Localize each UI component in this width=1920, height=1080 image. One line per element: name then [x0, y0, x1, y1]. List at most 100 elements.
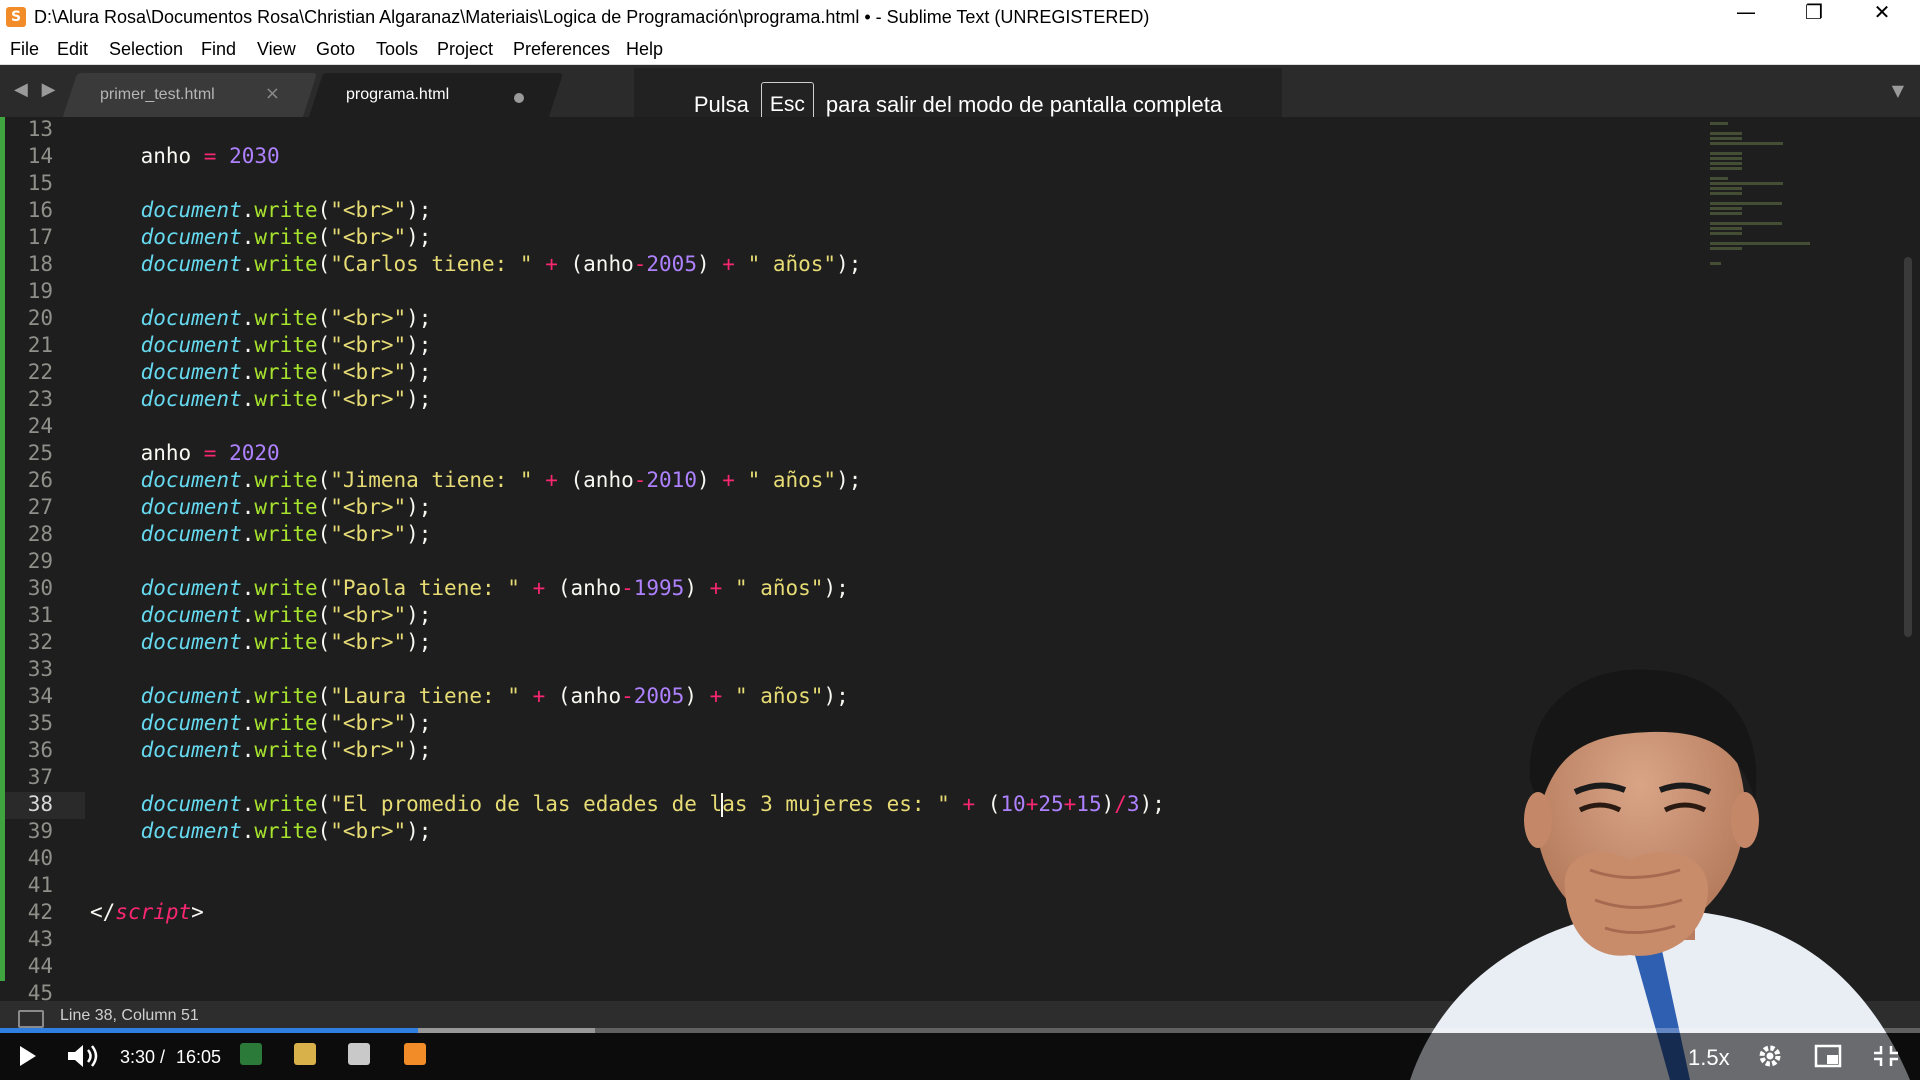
code-token: " años": [747, 252, 837, 276]
line-number: 14: [27, 144, 53, 168]
volume-icon[interactable]: [66, 1042, 102, 1070]
code-line[interactable]: anho = 2030: [90, 144, 1690, 171]
line-number: 31: [27, 603, 53, 627]
tab-nav-arrows-icon[interactable]: ◀ ▶: [14, 79, 59, 100]
menu-view[interactable]: View: [257, 39, 296, 60]
tab-primer-test[interactable]: primer_test.html ×: [62, 73, 318, 117]
code-line[interactable]: anho = 2020: [90, 441, 1690, 468]
line-number: 35: [27, 711, 53, 735]
menu-preferences[interactable]: Preferences: [513, 39, 610, 60]
play-icon[interactable]: [14, 1043, 40, 1069]
code-line[interactable]: document.write("<br>");: [90, 495, 1690, 522]
code-token: );: [406, 198, 432, 222]
code-line[interactable]: document.write("Jimena tiene: " + (anho-…: [90, 468, 1690, 495]
menu-edit[interactable]: Edit: [57, 39, 88, 60]
restore-button[interactable]: ❐: [1780, 0, 1848, 34]
code-line[interactable]: document.write("<br>");: [90, 333, 1690, 360]
code-token: .: [241, 738, 255, 762]
code-token: =: [203, 144, 217, 168]
line-number-gutter: 13 14 15 16 17 18 19 20 21 22 23 24 25 26 27 28 29 30 31 32…: [5, 117, 85, 1008]
tab-programa[interactable]: programa.html: [308, 73, 564, 117]
vertical-scrollbar[interactable]: [1904, 257, 1912, 637]
notepad-icon[interactable]: [348, 1043, 370, 1065]
close-button[interactable]: ✕: [1848, 0, 1916, 34]
code-line[interactable]: [90, 171, 1690, 198]
sublime-taskbar-icon[interactable]: [404, 1043, 426, 1065]
playback-speed[interactable]: 1.5x: [1688, 1045, 1730, 1071]
code-token: .: [241, 252, 255, 276]
code-token: -: [633, 252, 647, 276]
code-line[interactable]: document.write("<br>");: [90, 603, 1690, 630]
code-line[interactable]: document.write("Paola tiene: " + (anho-1…: [90, 576, 1690, 603]
line-number: 20: [27, 306, 53, 330]
code-token: document: [140, 252, 242, 276]
code-token: write: [254, 576, 318, 600]
code-line[interactable]: document.write("<br>");: [90, 387, 1690, 414]
menu-selection[interactable]: Selection: [109, 39, 183, 60]
code-line[interactable]: [90, 414, 1690, 441]
tab-label: primer_test.html: [100, 86, 215, 103]
line-number: 15: [27, 171, 53, 195]
minimize-button[interactable]: —: [1712, 0, 1780, 34]
menu-help[interactable]: Help: [626, 39, 663, 60]
line-number: 28: [27, 522, 53, 546]
code-line[interactable]: document.write("<br>");: [90, 360, 1690, 387]
code-token: );: [406, 522, 432, 546]
code-line[interactable]: document.write("<br>");: [90, 198, 1690, 225]
code-token: document: [140, 495, 242, 519]
menu-project[interactable]: Project: [437, 39, 493, 60]
line-number: 39: [27, 819, 53, 843]
code-line[interactable]: document.write("<br>");: [90, 225, 1690, 252]
menu-goto[interactable]: Goto: [316, 39, 355, 60]
cursor-position: Line 38, Column 51: [60, 1007, 199, 1024]
gear-icon[interactable]: [1756, 1042, 1784, 1070]
minimap[interactable]: [1710, 117, 1860, 265]
fullscreen-exit-icon[interactable]: [1872, 1044, 1900, 1068]
panel-toggle-icon[interactable]: [18, 1010, 44, 1028]
code-token: =: [203, 441, 217, 465]
picture-in-picture-icon[interactable]: [1814, 1044, 1842, 1068]
line-number: 30: [27, 576, 53, 600]
code-token: "El promedio de las edades de l: [330, 792, 723, 816]
code-line[interactable]: document.write("<br>");: [90, 630, 1690, 657]
code-line[interactable]: [90, 117, 1690, 144]
code-token: (anho: [545, 684, 622, 708]
time-separator: /: [160, 1047, 166, 1067]
tab-close-icon[interactable]: ×: [265, 83, 280, 104]
code-token: .: [241, 819, 255, 843]
code-token: (: [317, 792, 331, 816]
code-token: 25: [1038, 792, 1064, 816]
code-token: .: [241, 306, 255, 330]
code-token: .: [241, 225, 255, 249]
code-token: (: [317, 495, 331, 519]
menu-file[interactable]: File: [10, 39, 39, 60]
code-line[interactable]: document.write("<br>");: [90, 306, 1690, 333]
line-number: 43: [27, 927, 53, 951]
menu-find[interactable]: Find: [201, 39, 236, 60]
tab-list-dropdown-icon[interactable]: ▼: [1892, 81, 1904, 100]
sublime-text-icon: S: [6, 7, 26, 27]
code-token: ): [684, 576, 710, 600]
menu-tools[interactable]: Tools: [376, 39, 418, 60]
code-token: .: [241, 360, 255, 384]
code-token: +: [532, 684, 546, 708]
code-line[interactable]: [90, 279, 1690, 306]
code-line[interactable]: document.write("Carlos tiene: " + (anho-…: [90, 252, 1690, 279]
code-line[interactable]: [90, 549, 1690, 576]
file-explorer-icon[interactable]: [294, 1043, 316, 1065]
code-token: write: [254, 522, 318, 546]
code-token: "<br>": [330, 819, 407, 843]
code-token: write: [254, 198, 318, 222]
code-line[interactable]: document.write("<br>");: [90, 522, 1690, 549]
terminal-app-icon[interactable]: [240, 1043, 262, 1065]
code-token: " años": [747, 468, 837, 492]
code-token: .: [241, 603, 255, 627]
unsaved-dot-icon[interactable]: [514, 93, 524, 103]
code-token: (: [317, 576, 331, 600]
code-token: +: [1025, 792, 1039, 816]
